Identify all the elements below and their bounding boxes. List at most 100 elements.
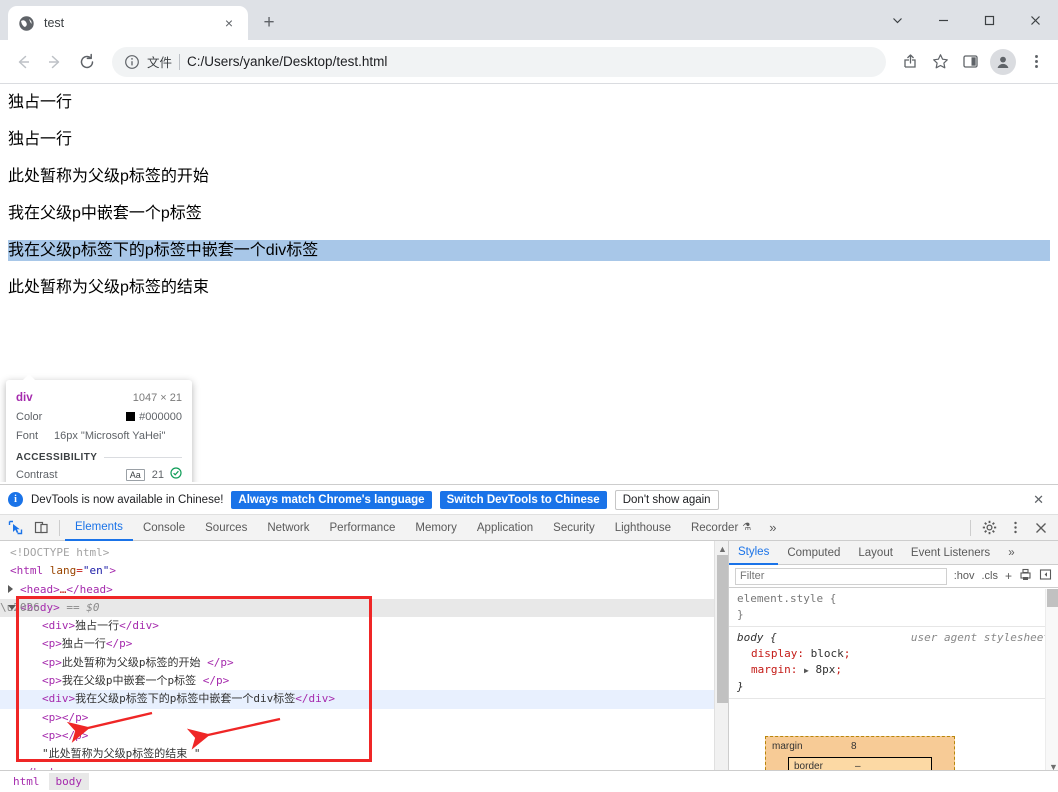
tooltip-element-tag: div: [16, 391, 33, 404]
tab-lighthouse[interactable]: Lighthouse: [605, 515, 681, 540]
print-media-icon[interactable]: [1019, 568, 1032, 584]
styles-overflow-chevron-icon[interactable]: »: [999, 541, 1023, 564]
accessibility-label: ACCESSIBILITY: [16, 452, 98, 463]
tree-row[interactable]: <head>…</head>: [0, 581, 728, 599]
browser-toolbar: 文件 C:/Users/yanke/Desktop/test.html: [0, 40, 1058, 84]
side-panel-icon[interactable]: [956, 48, 984, 76]
prop-value[interactable]: block: [811, 647, 844, 660]
css-rule-body[interactable]: user agent stylesheet body { display: bl…: [729, 627, 1058, 699]
tab-elements[interactable]: Elements: [65, 515, 133, 541]
tab-security[interactable]: Security: [543, 515, 605, 540]
devtools-close-icon[interactable]: [1028, 516, 1054, 540]
tab-network[interactable]: Network: [257, 515, 319, 540]
expand-triangle-icon[interactable]: ▶: [804, 666, 809, 675]
switch-devtools-chinese-button[interactable]: Switch DevTools to Chinese: [439, 490, 607, 509]
tree-row[interactable]: <html lang="en">: [0, 562, 728, 580]
inspect-cursor-icon[interactable]: [2, 516, 28, 540]
tab-performance[interactable]: Performance: [320, 515, 406, 540]
bookmark-star-icon[interactable]: [926, 48, 954, 76]
dom-breadcrumb-bar: html body: [0, 770, 1058, 792]
styles-scrollbar-thumb[interactable]: [1047, 589, 1058, 607]
close-window-button[interactable]: [1012, 0, 1058, 40]
info-icon: i: [8, 492, 23, 507]
tab-recorder[interactable]: Recorder ⚗: [681, 515, 761, 540]
tab-close-icon[interactable]: ×: [220, 14, 238, 32]
scroll-up-arrow-icon[interactable]: ▲: [718, 544, 727, 554]
share-icon[interactable]: [896, 48, 924, 76]
tab-sources[interactable]: Sources: [195, 515, 257, 540]
tree-row-highlighted[interactable]: <div>我在父级p标签下的p标签中嵌套一个div标签</div>: [0, 690, 728, 709]
contrast-pass-check-icon: [170, 467, 182, 482]
new-style-rule-plus-icon[interactable]: +: [1005, 569, 1012, 583]
tab-computed[interactable]: Computed: [778, 541, 849, 564]
prop-value[interactable]: 8px: [815, 663, 835, 676]
margin-value[interactable]: 8: [851, 741, 857, 752]
url-text: C:/Users/yanke/Desktop/test.html: [187, 54, 388, 69]
expand-caret-icon[interactable]: [8, 584, 13, 593]
address-bar[interactable]: 文件 C:/Users/yanke/Desktop/test.html: [112, 46, 886, 77]
css-declaration-margin[interactable]: margin: ▶ 8px;: [737, 662, 1050, 679]
tree-row[interactable]: <p>独占一行</p>: [0, 635, 728, 653]
kebab-menu-icon[interactable]: [1002, 516, 1028, 540]
devtools-language-notification: i DevTools is now available in Chinese! …: [0, 485, 1058, 515]
scrollbar-thumb[interactable]: [717, 555, 728, 703]
tree-row-content: "此处暂称为父级p标签的结束 ": [42, 747, 201, 761]
chrome-menu-icon[interactable]: [1022, 48, 1050, 76]
tree-row[interactable]: <!DOCTYPE html>: [0, 544, 728, 562]
always-match-language-button[interactable]: Always match Chrome's language: [231, 490, 432, 509]
toolbar-divider: [59, 519, 60, 536]
devtools-tab-bar: Elements Console Sources Network Perform…: [0, 515, 1058, 541]
tree-row-content: <p></p>: [42, 728, 89, 742]
more-tabs-chevron-icon[interactable]: »: [761, 520, 784, 535]
notification-close-icon[interactable]: ✕: [1027, 492, 1050, 508]
tree-row[interactable]: <div>独占一行</div>: [0, 617, 728, 635]
tree-row[interactable]: <p>此处暂称为父级p标签的开始 </p>: [0, 654, 728, 672]
breadcrumb-html[interactable]: html: [6, 773, 47, 790]
tab-search-chevron-icon[interactable]: [874, 0, 920, 40]
info-circle-icon[interactable]: [124, 54, 140, 70]
minimize-button[interactable]: [920, 0, 966, 40]
tree-row[interactable]: <p>我在父级p中嵌套一个p标签 </p>: [0, 672, 728, 690]
toggle-sidebar-icon[interactable]: [1039, 568, 1052, 584]
profile-avatar-icon[interactable]: [990, 48, 1016, 75]
css-declaration-display[interactable]: display: block;: [737, 646, 1050, 662]
devtools-panel: i DevTools is now available in Chinese! …: [0, 484, 1058, 792]
styles-pane: Styles Computed Layout Event Listeners »…: [729, 541, 1058, 792]
collapse-caret-icon[interactable]: [8, 604, 16, 614]
styles-scrollbar[interactable]: ▼: [1045, 589, 1058, 792]
hov-toggle[interactable]: :hov: [954, 570, 975, 582]
maximize-button[interactable]: [966, 0, 1012, 40]
selector-body: body: [737, 631, 764, 644]
styles-tab-bar: Styles Computed Layout Event Listeners »: [729, 541, 1058, 565]
tab-event-listeners[interactable]: Event Listeners: [902, 541, 999, 564]
tab-console[interactable]: Console: [133, 515, 195, 540]
tab-recorder-label: Recorder: [690, 521, 739, 534]
device-toolbar-icon[interactable]: [28, 516, 54, 540]
elements-tree-scrollbar[interactable]: ▲ ▼: [714, 541, 728, 792]
tab-application[interactable]: Application: [467, 515, 543, 540]
browser-tab-test[interactable]: test ×: [8, 6, 248, 40]
breadcrumb-body[interactable]: body: [48, 773, 89, 790]
node-menu-dots-icon[interactable]: \u2026: [0, 599, 40, 617]
css-rule-element-style[interactable]: element.style { }: [729, 588, 1058, 627]
window-controls: [874, 0, 1058, 40]
new-tab-button[interactable]: +: [254, 8, 284, 38]
dont-show-again-button[interactable]: Don't show again: [614, 489, 719, 510]
cls-toggle[interactable]: .cls: [981, 570, 998, 582]
tree-row[interactable]: <p></p>: [0, 709, 728, 727]
styles-filter-input[interactable]: [735, 567, 947, 585]
tab-layout[interactable]: Layout: [849, 541, 902, 564]
tree-row[interactable]: <p></p>: [0, 727, 728, 745]
contrast-label: Contrast: [16, 468, 58, 481]
tab-memory[interactable]: Memory: [405, 515, 467, 540]
gear-icon[interactable]: [976, 516, 1002, 540]
reload-icon[interactable]: [72, 47, 102, 77]
devtools-toolbar-right: [965, 516, 1058, 540]
tab-styles[interactable]: Styles: [729, 541, 779, 565]
back-arrow-icon[interactable]: [8, 47, 38, 77]
tree-row-body-selected[interactable]: \u2026 <body> == $0: [0, 598, 728, 618]
forward-arrow-icon[interactable]: [40, 47, 70, 77]
selector-element-style: element.style: [737, 592, 824, 605]
tree-row[interactable]: "此处暂称为父级p标签的结束 ": [0, 745, 728, 763]
tree-row-content: <p>我在父级p中嵌套一个p标签 </p>: [42, 674, 230, 688]
